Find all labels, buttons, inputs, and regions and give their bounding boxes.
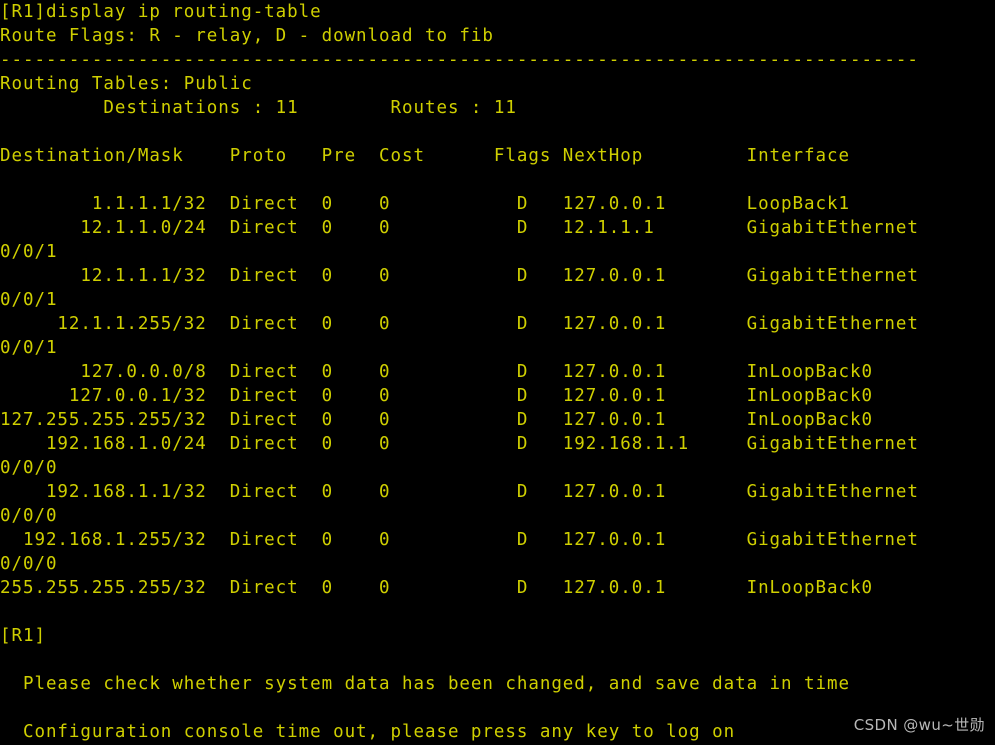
- summary-line: Destinations : 11 Routes : 11: [0, 98, 517, 118]
- table-row: 12.1.1.1/32 Direct 0 0 D 127.0.0.1 Gigab…: [0, 266, 919, 286]
- table-row: 192.168.1.1/32 Direct 0 0 D 127.0.0.1 Gi…: [0, 482, 919, 502]
- command-line: [R1]display ip routing-table: [0, 2, 322, 22]
- trailing-prompt: [R1]: [0, 626, 46, 646]
- route-flags-line: Route Flags: R - relay, D - download to …: [0, 26, 494, 46]
- table-row-wrap: 0/0/0: [0, 554, 58, 574]
- table-row-wrap: 0/0/0: [0, 506, 58, 526]
- table-row: 127.0.0.0/8 Direct 0 0 D 127.0.0.1 InLoo…: [0, 362, 873, 382]
- terminal-window[interactable]: [R1]display ip routing-table Route Flags…: [0, 0, 995, 745]
- table-row: 12.1.1.0/24 Direct 0 0 D 12.1.1.1 Gigabi…: [0, 218, 919, 238]
- routing-table-rows: 1.1.1.1/32 Direct 0 0 D 127.0.0.1 LoopBa…: [0, 192, 995, 600]
- table-row: 12.1.1.255/32 Direct 0 0 D 127.0.0.1 Gig…: [0, 314, 919, 334]
- routing-tables-line: Routing Tables: Public: [0, 74, 253, 94]
- table-row-wrap: 0/0/1: [0, 242, 58, 262]
- table-row: 127.255.255.255/32 Direct 0 0 D 127.0.0.…: [0, 410, 873, 430]
- separator-line: ----------------------------------------…: [0, 50, 919, 70]
- table-row-wrap: 0/0/1: [0, 338, 58, 358]
- table-row-wrap: 0/0/1: [0, 290, 58, 310]
- table-row: 192.168.1.255/32 Direct 0 0 D 127.0.0.1 …: [0, 530, 919, 550]
- system-message-save-data: Please check whether system data has bee…: [0, 674, 850, 694]
- system-message-console-timeout: Configuration console time out, please p…: [0, 722, 736, 742]
- table-row-wrap: 0/0/0: [0, 458, 58, 478]
- table-row: 127.0.0.1/32 Direct 0 0 D 127.0.0.1 InLo…: [0, 386, 873, 406]
- table-header-line: Destination/Mask Proto Pre Cost Flags Ne…: [0, 146, 850, 166]
- table-row: 192.168.1.0/24 Direct 0 0 D 192.168.1.1 …: [0, 434, 919, 454]
- watermark-label: CSDN @wu~世勋: [853, 716, 985, 734]
- table-row: 1.1.1.1/32 Direct 0 0 D 127.0.0.1 LoopBa…: [0, 194, 850, 214]
- table-row: 255.255.255.255/32 Direct 0 0 D 127.0.0.…: [0, 578, 873, 598]
